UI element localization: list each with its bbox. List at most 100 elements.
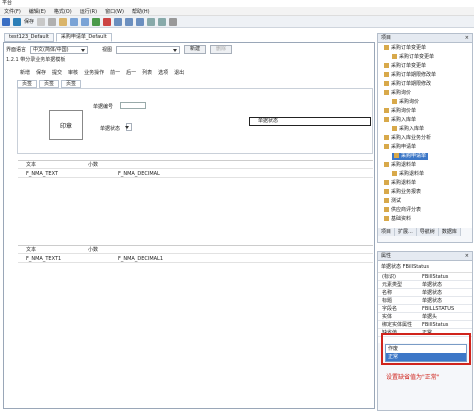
close-icon[interactable]: × [465, 252, 469, 260]
page-tab-2[interactable]: 页签 [39, 80, 60, 88]
option-normal[interactable]: 正常 [386, 353, 466, 361]
tree-item[interactable]: 采购订单期限修改单 [384, 72, 436, 79]
bill-next-button[interactable]: 后一 [126, 69, 136, 76]
language-label: 界面语言 [6, 47, 27, 53]
tab-purchase-request[interactable]: 采购申请单_Default [55, 33, 112, 42]
properties-panel: 属性 × 单据状态 FBillStatus (标识) FBillStatus 元素类… [377, 251, 473, 411]
tree-item[interactable]: 采购询价 [392, 99, 419, 106]
tree-item[interactable]: 采购订单变更单 [384, 45, 426, 52]
bill-list-button[interactable]: 列表 [142, 69, 152, 76]
tree-item[interactable]: 采购订单期限修改 [384, 81, 431, 88]
save-button[interactable]: 保存 [24, 18, 34, 25]
col-header-decimal[interactable]: 小数 [88, 246, 98, 254]
doc-status-label: 单据状态 [100, 126, 121, 132]
tree-item[interactable]: 采购订单变更单 [392, 54, 434, 61]
property-row[interactable]: 字段名 FBILLSTATUS [378, 305, 472, 313]
delete-button[interactable]: 删除 [210, 45, 233, 54]
bill-submit-button[interactable]: 提交 [52, 69, 62, 76]
align-left-icon[interactable] [114, 17, 123, 26]
col-header-text[interactable]: 文本 [26, 161, 36, 169]
tab-nav-tree[interactable]: 导航树 [416, 228, 439, 236]
tree-item[interactable]: 采购业务报表 [384, 189, 421, 196]
tab-database[interactable]: 数据库 [438, 228, 461, 236]
property-row[interactable]: (标识) FBillStatus [378, 273, 472, 281]
property-value: 单据头 [422, 314, 438, 320]
tree-item[interactable]: 采购询价单 [384, 108, 416, 115]
menu-run[interactable]: 运行(R) [80, 8, 97, 15]
tab-project[interactable]: 项目 [378, 228, 396, 236]
menu-file[interactable]: 文件(F) [4, 8, 21, 15]
bill-business-button[interactable]: 业务操作 [84, 69, 104, 76]
default-value-dropdown[interactable]: 作废 正常 [385, 344, 467, 362]
bill-no-input[interactable] [120, 102, 146, 109]
run-icon[interactable] [92, 17, 101, 26]
property-row[interactable]: 元素类型 单据状态 [378, 281, 472, 289]
tree-item[interactable]: 采购退料单 [384, 180, 416, 187]
tree-item-label: 采购询价 [391, 90, 412, 96]
page-tab-3[interactable]: 页签 [61, 80, 82, 88]
tree-item[interactable]: 采购申请单 [384, 144, 416, 151]
col-header-text[interactable]: 文本 [26, 246, 36, 254]
folder-icon [384, 189, 389, 194]
stamp-box[interactable]: 印章 [49, 110, 83, 140]
bill-save-button[interactable]: 保存 [36, 69, 46, 76]
layout-icon[interactable] [158, 17, 167, 26]
cut-icon[interactable] [37, 17, 46, 26]
tree-item[interactable]: 采购申请单 [392, 153, 429, 160]
tree-item[interactable]: 采购入库单 [392, 126, 424, 133]
language-row: 界面语言 中文(简体/中国) 视图 新建 删除 [6, 45, 233, 54]
tree-item[interactable]: 供应商评分表 [384, 207, 421, 214]
property-row[interactable]: 名称 单据状态 [378, 289, 472, 297]
bill-options-button[interactable]: 选项 [158, 69, 168, 76]
tree-item[interactable]: 基础资料 [384, 216, 411, 223]
tree-item[interactable]: 采购退料单 [392, 171, 424, 178]
menu-edit[interactable]: 编辑(E) [29, 8, 46, 15]
bill-new-button[interactable]: 新增 [20, 69, 30, 76]
format-icon[interactable] [169, 17, 178, 26]
bill-prev-button[interactable]: 前一 [110, 69, 120, 76]
close-icon[interactable]: × [465, 34, 469, 42]
main-toolbar: 保存 [0, 16, 474, 28]
folder-icon [384, 135, 389, 140]
page-tab-1[interactable]: 页签 [17, 80, 38, 88]
menu-bar: 文件(F) 编辑(E) 格式(O) 运行(R) 窗口(W) 帮助(H) [0, 7, 474, 16]
tree-item-label: 采购订单变更单 [399, 54, 435, 60]
new-button[interactable]: 新建 [184, 45, 207, 54]
property-key: 标题 [382, 298, 393, 304]
view-select[interactable] [116, 45, 181, 54]
align-right-icon[interactable] [136, 17, 145, 26]
tree-item[interactable]: 采购入库业务分析 [384, 135, 431, 142]
option-void[interactable]: 作废 [386, 345, 466, 353]
menu-help[interactable]: 帮助(H) [132, 8, 150, 15]
tree-item[interactable]: 采购订单变更单 [384, 63, 426, 70]
doc-status-field-selected[interactable]: 单据状态 [249, 117, 371, 126]
property-row[interactable]: 绑定实体属性 FBillStatus [378, 321, 472, 329]
redo-icon[interactable] [81, 17, 90, 26]
col-header-decimal[interactable]: 小数 [88, 161, 98, 169]
tree-item[interactable]: 测试 [384, 198, 401, 205]
new-icon[interactable] [2, 17, 10, 26]
bill-audit-button[interactable]: 审核 [68, 69, 78, 76]
tree-item[interactable]: 采购退料单 [384, 162, 416, 169]
menu-window[interactable]: 窗口(W) [105, 8, 124, 15]
save-icon[interactable] [13, 17, 21, 26]
folder-icon [392, 54, 397, 59]
paste-icon[interactable] [59, 17, 68, 26]
tree-item[interactable]: 采购询价 [384, 90, 411, 97]
align-center-icon[interactable] [125, 17, 134, 26]
undo-icon[interactable] [70, 17, 79, 26]
stop-icon[interactable] [103, 17, 112, 26]
language-select[interactable]: 中文(简体/中国) [30, 45, 89, 54]
menu-format[interactable]: 格式(O) [54, 8, 72, 15]
tab-test123[interactable]: test123_Default [4, 33, 54, 42]
grid-icon[interactable] [147, 17, 156, 26]
bill-exit-button[interactable]: 退出 [174, 69, 184, 76]
table-row[interactable]: F_NMA_TEXT F_NMA_DECIMAL [18, 170, 373, 178]
tree-item[interactable]: 采购入库单 [384, 117, 416, 124]
property-row[interactable]: 实体 单据头 [378, 313, 472, 321]
tab-extension[interactable]: 扩展... [395, 228, 417, 236]
doc-status-select[interactable] [126, 123, 132, 131]
property-row[interactable]: 标题 单据状态 [378, 297, 472, 305]
copy-icon[interactable] [48, 17, 57, 26]
table-row[interactable]: F_NMA_TEXT1 F_NMA_DECIMAL1 [18, 255, 373, 263]
